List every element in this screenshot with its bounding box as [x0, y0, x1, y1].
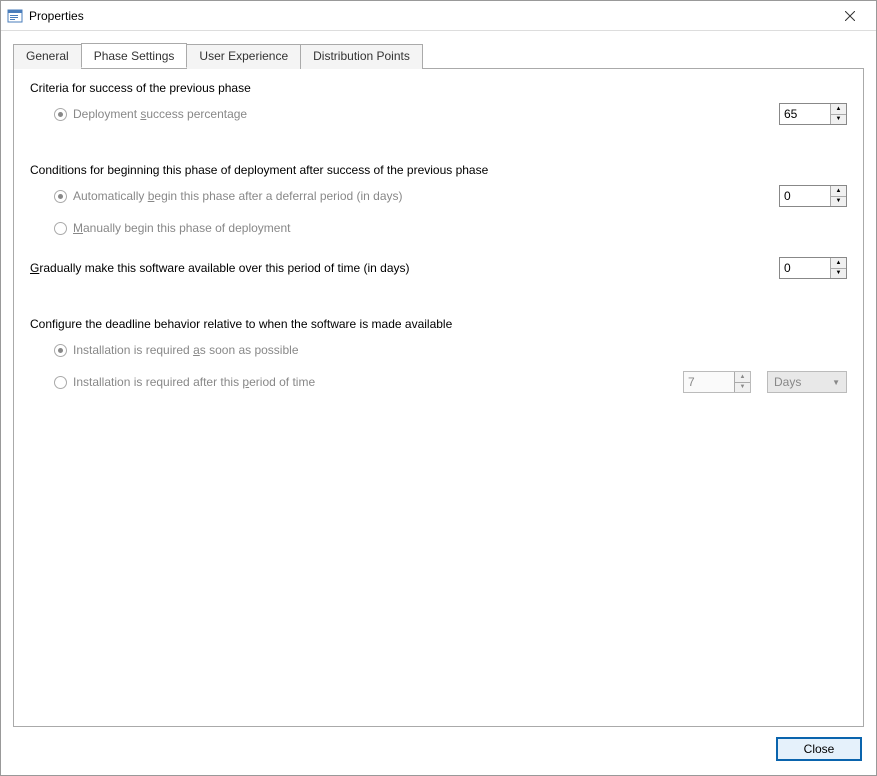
deadline-period-spinner: ▲ ▼: [683, 371, 751, 393]
deadline-period-row: Installation is required after this peri…: [30, 369, 847, 395]
spinner-up-icon[interactable]: ▲: [831, 104, 846, 115]
success-percentage-spinner[interactable]: ▲ ▼: [779, 103, 847, 125]
spinner-down-icon[interactable]: ▼: [831, 269, 846, 279]
deadline-section-label: Configure the deadline behavior relative…: [30, 317, 847, 331]
deadline-period-input: [684, 372, 734, 392]
content-area: General Phase Settings User Experience D…: [1, 31, 876, 727]
dialog-footer: Close: [1, 727, 876, 775]
window-icon: [7, 8, 23, 24]
spinner-up-icon[interactable]: ▲: [831, 186, 846, 197]
radio-asap[interactable]: [54, 344, 67, 357]
success-percentage-input[interactable]: [780, 104, 830, 124]
radio-auto-begin[interactable]: [54, 190, 67, 203]
deadline-unit-combobox: Days ▼: [767, 371, 847, 393]
gradual-days-input[interactable]: [780, 258, 830, 278]
gradual-days-spinner[interactable]: ▲ ▼: [779, 257, 847, 279]
close-icon: [845, 11, 855, 21]
radio-manual-begin[interactable]: [54, 222, 67, 235]
spinner-down-icon[interactable]: ▼: [831, 197, 846, 207]
radio-deployment-success[interactable]: [54, 108, 67, 121]
spinner-up-icon: ▲: [735, 372, 750, 383]
tab-distribution-points[interactable]: Distribution Points: [300, 44, 423, 69]
gradual-label: Gradually make this software available o…: [30, 261, 779, 275]
deferral-days-input[interactable]: [780, 186, 830, 206]
criteria-row: Deployment success percentage ▲ ▼: [30, 101, 847, 127]
conditions-section-label: Conditions for beginning this phase of d…: [30, 163, 847, 177]
tab-panel-phase-settings: Criteria for success of the previous pha…: [13, 68, 864, 727]
tab-user-experience[interactable]: User Experience: [186, 44, 301, 69]
radio-auto-begin-label: Automatically begin this phase after a d…: [73, 189, 403, 203]
radio-manual-begin-label: Manually begin this phase of deployment: [73, 221, 290, 235]
deadline-asap-row: Installation is required as soon as poss…: [30, 337, 847, 363]
tab-general[interactable]: General: [13, 44, 82, 69]
conditions-manual-row: Manually begin this phase of deployment: [30, 215, 847, 241]
tab-strip: General Phase Settings User Experience D…: [13, 43, 864, 68]
radio-after-period-label: Installation is required after this peri…: [73, 375, 315, 389]
spinner-down-icon[interactable]: ▼: [831, 115, 846, 125]
properties-dialog: Properties General Phase Settings User E…: [0, 0, 877, 776]
radio-after-period[interactable]: [54, 376, 67, 389]
radio-deployment-success-label: Deployment success percentage: [73, 107, 247, 121]
gradual-row: Gradually make this software available o…: [30, 255, 847, 281]
window-title: Properties: [29, 9, 830, 23]
tab-phase-settings[interactable]: Phase Settings: [81, 43, 188, 68]
deferral-days-spinner[interactable]: ▲ ▼: [779, 185, 847, 207]
deadline-unit-value: Days: [774, 375, 801, 389]
window-close-button[interactable]: [830, 2, 870, 30]
spinner-up-icon[interactable]: ▲: [831, 258, 846, 269]
close-button[interactable]: Close: [776, 737, 862, 761]
criteria-section-label: Criteria for success of the previous pha…: [30, 81, 847, 95]
conditions-auto-row: Automatically begin this phase after a d…: [30, 183, 847, 209]
spinner-down-icon: ▼: [735, 383, 750, 393]
titlebar: Properties: [1, 1, 876, 31]
radio-asap-label: Installation is required as soon as poss…: [73, 343, 299, 357]
chevron-down-icon: ▼: [832, 378, 840, 387]
